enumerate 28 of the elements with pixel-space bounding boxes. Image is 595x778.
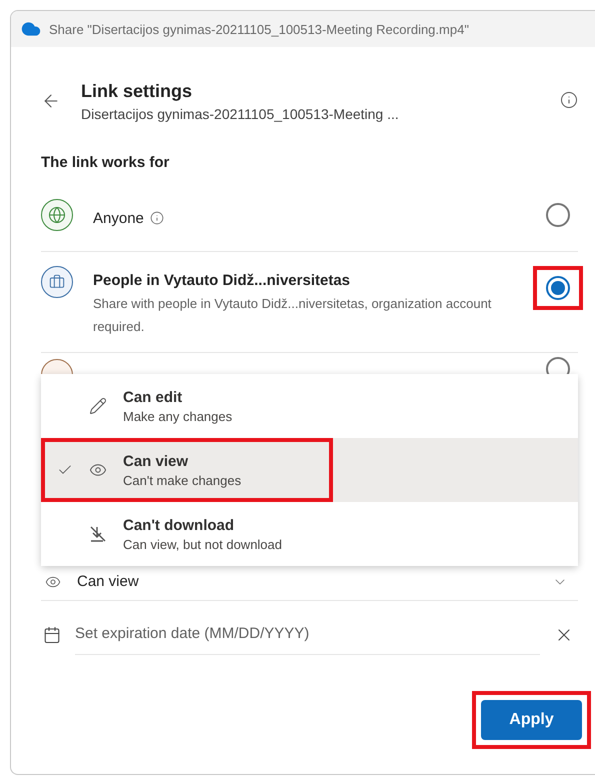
calendar-icon bbox=[43, 626, 61, 644]
info-button[interactable] bbox=[560, 91, 578, 109]
window-title: Share "Disertacijos gynimas-20211105_100513-Meeting Recording.mp4" bbox=[49, 22, 469, 36]
menu-item[interactable]: Can edit Make any changes bbox=[41, 374, 578, 438]
permission-dropdown[interactable]: Can view bbox=[41, 567, 578, 601]
briefcase-icon bbox=[41, 266, 73, 298]
menu-item-label: Can edit bbox=[123, 388, 184, 406]
menu-item-label: Can't download bbox=[123, 516, 236, 534]
menu-item-description: Can't make changes bbox=[123, 472, 242, 488]
apply-button[interactable]: Apply bbox=[481, 700, 582, 740]
globe-icon bbox=[41, 199, 73, 231]
menu-item[interactable]: Can't download Can view, but not download bbox=[41, 502, 578, 566]
no-download-icon bbox=[88, 524, 108, 544]
option-description: Share with people in Vytauto Didž...niversitetas, organization account required. bbox=[93, 295, 492, 336]
radio-button[interactable] bbox=[546, 276, 570, 300]
option-label: Anyone bbox=[93, 210, 513, 226]
menu-item-description: Make any changes bbox=[123, 408, 232, 424]
option-label: People in Vytauto Didž...niversitetas bbox=[93, 272, 352, 289]
info-icon bbox=[150, 211, 164, 225]
panel-title: Link settings bbox=[81, 81, 194, 102]
pencil-icon bbox=[89, 397, 107, 415]
section-heading: The link works for bbox=[41, 154, 170, 171]
menu-item-label: Can view bbox=[123, 452, 190, 470]
file-name: Disertacijos gynimas-20211105_100513-Meeting ... bbox=[81, 106, 400, 122]
menu-item-description: Can view, but not download bbox=[123, 536, 282, 552]
radio-button[interactable] bbox=[546, 203, 570, 227]
info-icon bbox=[560, 91, 578, 109]
menu-item[interactable]: Can view Can't make changes bbox=[41, 438, 578, 502]
